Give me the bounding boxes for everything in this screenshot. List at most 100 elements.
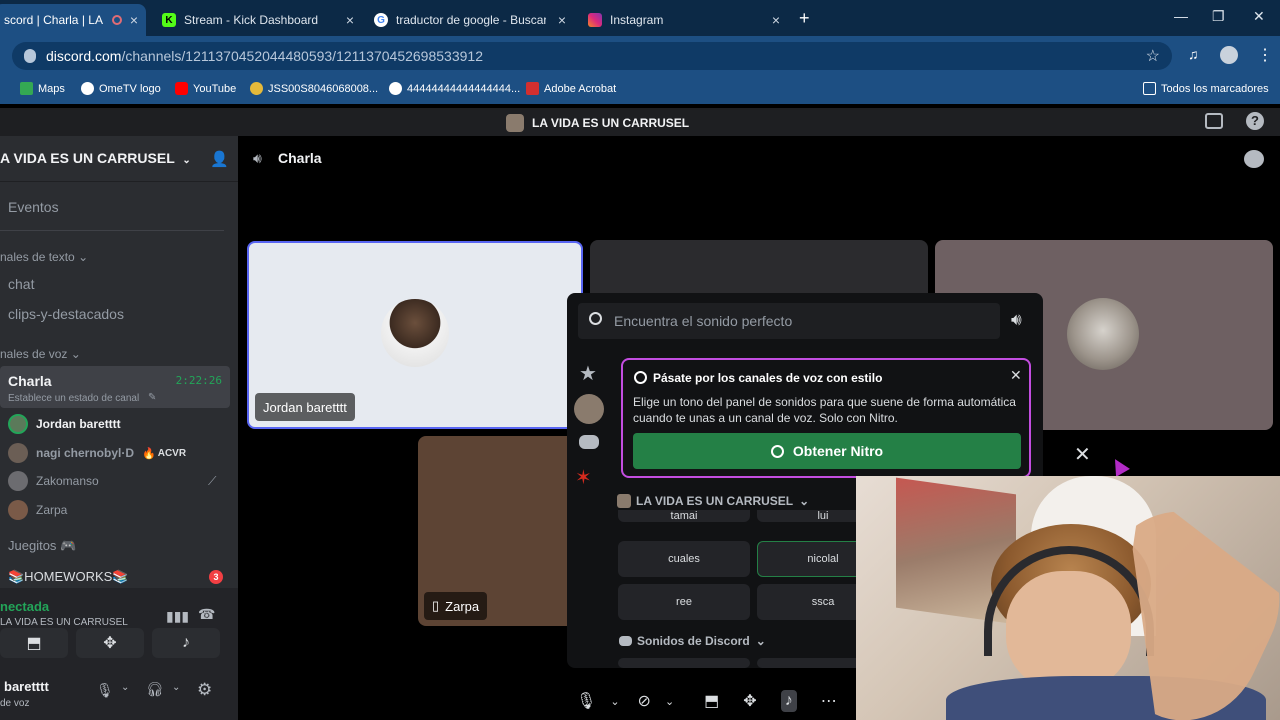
avatar [381,299,449,367]
tab-discord[interactable]: scord | Charla | LA VI × [0,4,146,36]
soundboard-icon[interactable]: ♪ [780,690,797,712]
voice-user[interactable]: nagi chernobyl·D 🔥 ACVR [8,443,186,463]
user-name[interactable]: baretttt [4,679,49,694]
tab-label: scord | Charla | LA VI [4,13,104,27]
tile-name: Zarpa [445,598,480,614]
avatar [8,500,28,520]
bookmark-acrobat[interactable]: Adobe Acrobat [526,82,616,95]
user-panel: baretttt de voz 🎙︎ ⌄ 🎧︎ ⌄ ⚙ [0,670,238,720]
close-tab-icon[interactable]: × [772,12,780,28]
chevron-down-icon[interactable]: ⌄ [121,682,129,693]
share-screen-button[interactable]: ⬒ [0,628,68,658]
close-tab-icon[interactable]: × [558,12,566,28]
nitro-body: Elige un tono del panel de sonidos para … [633,395,1016,425]
screen-share-icon[interactable]: ⬒ [704,691,719,711]
close-window-button[interactable]: ✕ [1253,8,1265,25]
channel-clips[interactable]: clips-y-destacados [8,306,124,322]
close-icon[interactable]: ✕ [1010,367,1022,384]
microphone-icon[interactable]: 🎙︎ [576,691,596,711]
close-icon[interactable]: ✕ [1074,442,1091,467]
bookmark-youtube[interactable]: YouTube [175,82,236,95]
video-tile-jordan[interactable]: Jordan baretttt [247,241,583,429]
channel-status[interactable]: Establece un estado de canal [8,393,139,404]
divider [0,230,224,231]
channel-homeworks[interactable]: 📚HOMEWORKS📚 [8,569,129,585]
voice-category[interactable]: nales de voz ⌄ [0,347,81,361]
avatar [8,443,28,463]
volume-icon[interactable]: 🔊︎ [1011,310,1022,330]
tab-label: traductor de google - Buscar c [396,13,546,27]
channel-chat[interactable]: chat [8,276,34,292]
soundboard-icon: ♪ [182,634,190,651]
sound-button[interactable]: cuales [618,541,750,577]
voice-server-name[interactable]: LA VIDA ES UN CARRUSEL [0,617,128,628]
voice-user[interactable]: Zakomanso ⟋ [8,471,216,491]
close-tab-icon[interactable]: × [346,12,354,28]
url-field[interactable]: discord.com/channels/1211370452044480593… [12,42,1172,70]
globe-icon [389,82,402,95]
chevron-down-icon[interactable]: ⌄ [665,695,674,708]
maple-leaf-icon[interactable]: ✶ [575,465,592,490]
get-nitro-button[interactable]: Obtener Nitro [633,433,1021,469]
tab-kick[interactable]: K Stream - Kick Dashboard × [152,4,362,36]
new-tab-button[interactable]: + [799,8,810,29]
discord-icon[interactable] [579,435,599,449]
microphone-icon[interactable]: 🎙︎ [96,682,114,699]
activities-button[interactable]: ✥ [76,628,144,658]
recording-icon [112,15,122,25]
close-tab-icon[interactable]: × [130,12,138,28]
favorites-star-icon[interactable]: ★ [579,361,597,386]
media-icon[interactable]: ♫ [1188,46,1199,62]
profile-avatar[interactable] [1220,46,1238,64]
star-icon[interactable]: ☆ [1146,46,1160,66]
channel-label: 📚HOMEWORKS📚 [8,569,129,584]
server-sound-section[interactable]: LA VIDA ES UN CARRUSEL ⌄ [617,494,809,508]
sound-search-input[interactable]: Encuentra el sonido perfecto [578,303,1000,339]
gear-icon[interactable]: ⚙ [197,680,212,700]
sound-button[interactable]: ree [618,584,750,620]
channel-juegitos[interactable]: Juegitos 🎮 [8,538,76,554]
activities-icon[interactable]: ✥ [743,691,756,711]
bookmark-4444[interactable]: 44444444444444444... [389,82,520,95]
nitro-icon [634,371,647,384]
voice-user[interactable]: Zarpa [8,500,67,520]
all-bookmarks[interactable]: Todos los marcadores [1143,82,1269,95]
minimize-button[interactable]: — [1174,8,1188,24]
bookmark-maps[interactable]: Maps [20,82,65,95]
text-category[interactable]: nales de texto ⌄ [0,250,88,264]
sound-label: ree [676,596,692,608]
chevron-down-icon[interactable]: ⌄ [610,695,619,708]
google-icon: G [374,13,388,27]
help-icon[interactable]: ? [1246,112,1264,130]
sound-button[interactable] [618,658,750,668]
tab-instagram[interactable]: Instagram × [578,4,788,36]
discord-sound-section[interactable]: Sonidos de Discord ⌄ [619,634,766,648]
camera-off-icon[interactable]: ⊘ [638,691,651,711]
pencil-icon[interactable]: ✎ [148,392,156,403]
chevron-down-icon[interactable]: ⌄ [172,682,180,693]
bookmark-ometv[interactable]: OmeTV logo [81,82,161,95]
site-info-icon[interactable] [24,49,36,63]
server-icon[interactable] [574,394,604,424]
chat-icon[interactable] [1244,150,1264,168]
bookmark-jss[interactable]: JSS00S8046068008... [250,82,378,95]
sound-label: tamai [670,510,698,522]
voice-channel-charla[interactable]: Charla 2:22:26 Establece un estado de ca… [0,366,230,408]
maximize-button[interactable]: ❐ [1212,8,1225,25]
events-link[interactable]: Eventos [8,199,59,215]
window-title: LA VIDA ES UN CARRUSEL [506,114,689,132]
inbox-icon[interactable] [1205,113,1223,129]
channel-title: Charla [278,150,322,166]
voice-user[interactable]: Jordan baretttt [8,414,121,434]
add-member-icon[interactable]: 👤 [210,150,229,168]
voice-activity-icon[interactable]: ▮▮▮ [166,608,189,625]
headphones-icon[interactable]: 🎧︎ [146,681,164,698]
tab-google[interactable]: G traductor de google - Buscar c × [364,4,574,36]
menu-icon[interactable]: ⋮ [1257,45,1273,65]
server-header[interactable]: A VIDA ES UN CARRUSEL ⌄ 👤 [0,136,238,182]
disconnect-icon[interactable]: ☎ [198,606,215,623]
more-icon[interactable]: ⋯ [821,691,837,711]
discord-icon [619,636,632,646]
soundboard-button[interactable]: ♪ [152,628,220,658]
video-tile-zarpa[interactable]: ▯ Zarpa [418,436,578,626]
